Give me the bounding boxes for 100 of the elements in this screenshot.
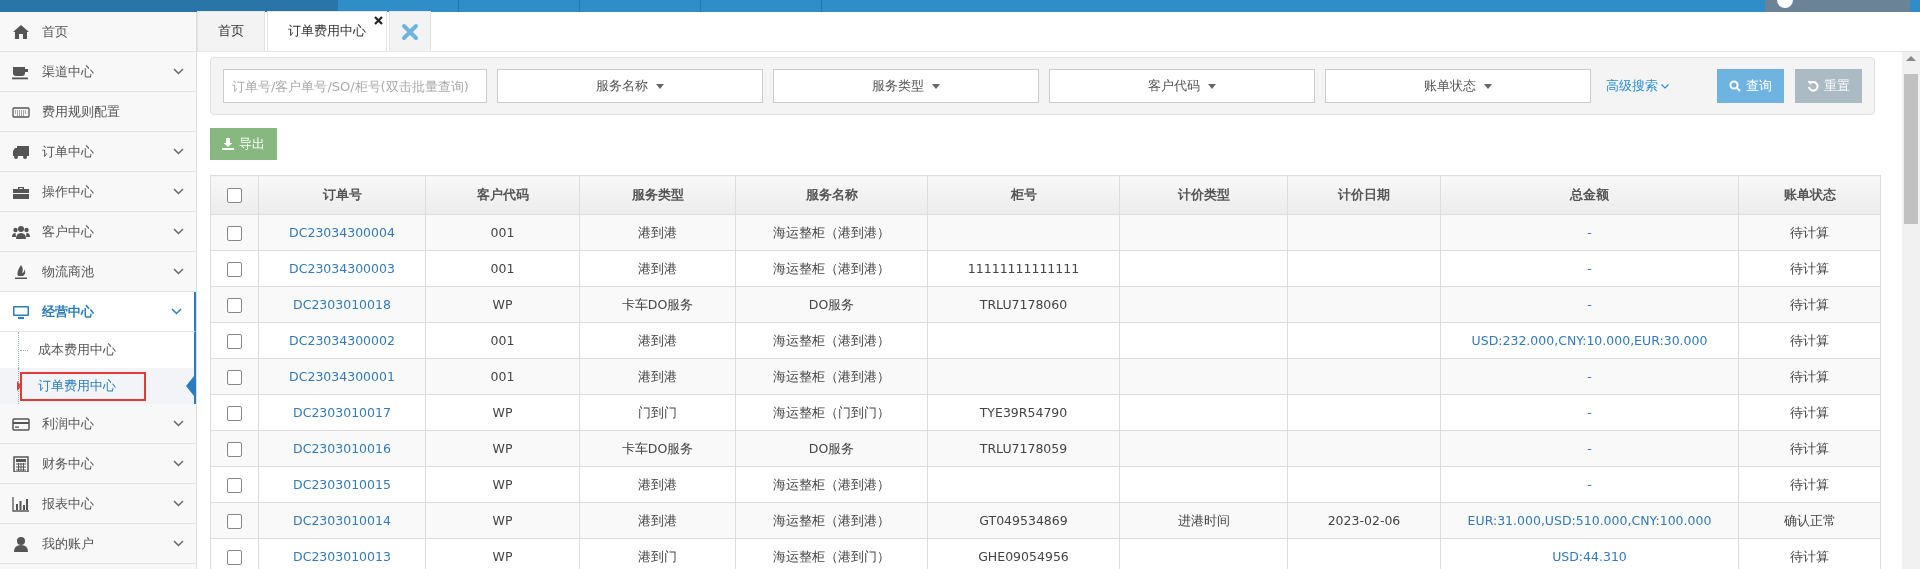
sidebar-item[interactable]: 订单中心	[0, 132, 196, 172]
dropdown[interactable]: 账单状态	[1325, 69, 1591, 103]
order-link[interactable]: DC2303010015	[258, 466, 426, 503]
caret-down-icon	[656, 83, 664, 89]
table-cell: 港到港	[579, 466, 736, 503]
table-cell: WP	[425, 394, 580, 431]
order-link[interactable]: DC23034300004	[258, 214, 426, 251]
sidebar-item[interactable]: 操作中心	[0, 172, 196, 212]
checkbox[interactable]	[227, 477, 242, 493]
sidebar-subitem[interactable]: 订单费用中心	[20, 371, 146, 401]
table-cell: WP	[425, 466, 580, 503]
checkbox[interactable]	[227, 225, 242, 241]
table-cell: 待计算	[1738, 466, 1881, 503]
table-cell: 海运整柜（门到门）	[735, 394, 928, 431]
sidebar-item[interactable]: 渠道中心	[0, 52, 196, 92]
table-cell: 海运整柜（港到港）	[735, 502, 928, 539]
sidebar-item[interactable]: 报表中心	[0, 484, 196, 524]
dropdown[interactable]: 服务类型	[773, 69, 1039, 103]
checkbox[interactable]	[227, 261, 242, 277]
advanced-search-link[interactable]: 高级搜索	[1606, 77, 1669, 95]
table-cell: 待计算	[1738, 394, 1881, 431]
tab[interactable]: 首页	[197, 11, 265, 51]
table-cell: DO服务	[735, 286, 928, 323]
order-link[interactable]: DC23034300003	[258, 250, 426, 287]
table-cell: 卡车DO服务	[579, 286, 736, 323]
caret-icon	[17, 381, 22, 391]
checkbox[interactable]	[227, 188, 242, 203]
close-icon	[401, 22, 419, 41]
chevron-down-icon	[173, 500, 184, 507]
amount-link[interactable]: -	[1440, 466, 1739, 503]
column-header: 服务名称	[735, 175, 928, 215]
checkbox[interactable]	[227, 333, 242, 349]
table-cell: WP	[425, 502, 580, 539]
amount-link[interactable]: -	[1440, 430, 1739, 467]
scroll-thumb[interactable]	[1904, 74, 1918, 224]
table-cell: 港到港	[579, 358, 736, 395]
column-header: 服务类型	[579, 175, 736, 215]
dropdown[interactable]: 服务名称	[497, 69, 763, 103]
close-all-button[interactable]	[389, 11, 431, 51]
column-header: 柜号	[927, 175, 1120, 215]
sidebar-item[interactable]: 客户中心	[0, 212, 196, 252]
tab[interactable]: 订单费用中心	[267, 11, 387, 51]
column-header: 订单号	[258, 175, 426, 215]
caret-down-icon	[932, 83, 940, 89]
amount-link[interactable]: -	[1440, 394, 1739, 431]
scrollbar[interactable]	[1902, 52, 1920, 569]
scroll-up-icon[interactable]	[1906, 56, 1916, 61]
monitor-icon	[12, 303, 30, 320]
amount-link[interactable]: -	[1440, 250, 1739, 287]
table-cell: 2023-02-06	[1287, 502, 1441, 539]
table-cell: 待计算	[1738, 214, 1881, 251]
table-cell: WP	[425, 286, 580, 323]
chevron-down-icon	[173, 420, 184, 427]
chevron-down-icon	[173, 68, 184, 75]
dropdown[interactable]: 客户代码	[1049, 69, 1315, 103]
sidebar-item[interactable]: 财务中心	[0, 444, 196, 484]
order-link[interactable]: DC2303010016	[258, 430, 426, 467]
sidebar-item[interactable]: 首页	[0, 12, 196, 52]
table-cell: 001	[425, 322, 580, 359]
order-link[interactable]: DC2303010017	[258, 394, 426, 431]
table-cell: 海运整柜（港到港）	[735, 358, 928, 395]
amount-link[interactable]: -	[1440, 214, 1739, 251]
order-link[interactable]: DC2303010018	[258, 286, 426, 323]
table-cell: 进港时间	[1119, 502, 1288, 539]
checkbox[interactable]	[227, 369, 242, 385]
amount-link[interactable]: EUR:31.000,USD:510.000,CNY:100.000	[1440, 502, 1739, 539]
checkbox[interactable]	[227, 441, 242, 457]
nav-tab[interactable]	[0, 0, 338, 12]
table-cell: 11111111111111	[927, 250, 1120, 287]
search-field[interactable]: 订单号/客户单号/SO/柜号(双击批量查询)	[223, 69, 487, 103]
chevron-down-icon	[173, 540, 184, 547]
chevron-down-icon	[173, 188, 184, 195]
checkbox[interactable]	[227, 549, 242, 565]
column-header: 计价类型	[1119, 175, 1288, 215]
order-link[interactable]: DC2303010014	[258, 502, 426, 539]
order-link[interactable]: DC23034300001	[258, 358, 426, 395]
sidebar-item[interactable]: 利润中心	[0, 404, 196, 444]
amount-link[interactable]: -	[1440, 286, 1739, 323]
sidebar-item[interactable]: 费用规则配置	[0, 92, 196, 132]
table-cell: 001	[425, 250, 580, 287]
order-link[interactable]: DC23034300002	[258, 322, 426, 359]
amount-link[interactable]: USD:232.000,CNY:10.000,EUR:30.000	[1440, 322, 1739, 359]
table-cell: 待计算	[1738, 358, 1881, 395]
checkbox[interactable]	[227, 297, 242, 313]
table-cell: 港到港	[579, 502, 736, 539]
checkbox[interactable]	[227, 405, 242, 421]
chevron-down-icon	[1661, 83, 1669, 89]
user-icon	[12, 535, 30, 552]
table-cell: 海运整柜（港到港）	[735, 214, 928, 251]
card-icon	[12, 415, 30, 432]
table-cell: TYE39R54790	[927, 394, 1120, 431]
amount-link[interactable]: -	[1440, 358, 1739, 395]
table-cell: DO服务	[735, 430, 928, 467]
sidebar-item[interactable]: 经营中心	[0, 292, 196, 332]
checkbox[interactable]	[227, 513, 242, 529]
table-cell: 卡车DO服务	[579, 430, 736, 467]
user-menu[interactable]	[1765, 0, 1910, 12]
table-cell: 海运整柜（港到港）	[735, 250, 928, 287]
home-icon	[12, 23, 30, 40]
sidebar-item[interactable]: 我的账户	[0, 524, 196, 564]
